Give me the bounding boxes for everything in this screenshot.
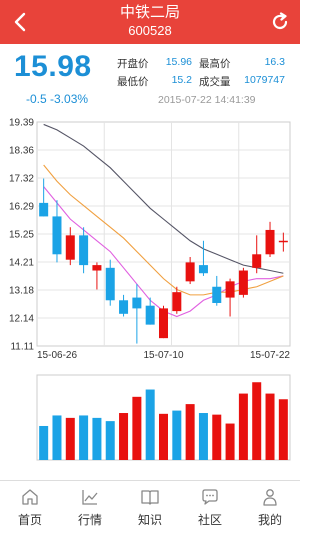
x-tick-label: 15-06-26 [37, 350, 77, 361]
tab-profile-label: 我的 [257, 513, 282, 527]
volume-bar [252, 382, 262, 460]
volume-stat: 成交量 1079747 [199, 74, 285, 89]
low-value: 15.2 [171, 74, 192, 86]
quote-timestamp: 2015-07-22 14:41:39 [158, 94, 256, 106]
volume-bar [238, 393, 248, 460]
quote-panel: 15.98 -0.5 -3.03% 开盘价 15.96 最高价 16.3 最低价… [0, 44, 300, 110]
low-label: 最低价 [117, 76, 149, 88]
refresh-button[interactable] [266, 6, 294, 38]
candle-body [145, 305, 155, 325]
candle-body [212, 286, 222, 303]
volume-bar [172, 410, 182, 460]
volume-bar [225, 423, 235, 460]
candle-body [132, 297, 142, 309]
candle-body [278, 240, 288, 243]
chat-bubble-icon [202, 489, 218, 505]
current-price: 15.98 [14, 50, 92, 83]
back-button[interactable] [6, 6, 34, 38]
y-tick-label: 14.21 [9, 258, 34, 269]
tab-market-label: 行情 [77, 513, 102, 527]
volume-bar [79, 415, 89, 460]
y-tick-label: 12.14 [9, 314, 34, 325]
candle-body [238, 270, 248, 295]
open-value: 15.96 [165, 56, 192, 68]
candle-body [185, 262, 195, 282]
volume-label: 成交量 [199, 76, 231, 88]
kline-chart[interactable]: 19.39 18.36 17.32 16.29 15.25 14.21 13.18 12.14… [0, 110, 300, 480]
stock-name: 中铁二局 [119, 4, 180, 21]
volume-value: 1079747 [244, 74, 285, 86]
kline-svg: 19.39 18.36 17.32 16.29 15.25 14.21 13.18 12.14… [9, 118, 291, 461]
x-tick-label: 15-07-10 [143, 350, 183, 361]
price-change: -0.5 -3.03% [26, 92, 89, 106]
y-tick-label: 15.25 [9, 230, 34, 241]
app-header: 中铁二局 600528 [0, 0, 300, 44]
volume-bar [65, 417, 75, 460]
stock-title: 中铁二局 600528 [60, 4, 240, 39]
high-stat: 最高价 16.3 [199, 56, 285, 71]
tab-profile[interactable]: 我的 [240, 481, 300, 534]
y-tick-label: 13.18 [9, 286, 34, 297]
candle-body [65, 235, 75, 260]
volume-bar [212, 414, 222, 460]
candle-body [159, 308, 168, 339]
refresh-icon [272, 12, 288, 30]
tab-home[interactable]: 首页 [0, 481, 60, 534]
volume-bar [145, 389, 155, 460]
open-stat: 开盘价 15.96 [117, 56, 192, 71]
y-tick-label: 17.32 [9, 174, 34, 185]
volume-bar [278, 399, 288, 460]
home-icon [22, 489, 38, 505]
stock-code: 600528 [128, 23, 172, 38]
person-icon [263, 489, 277, 506]
candle-body [198, 265, 208, 274]
y-tick-label: 19.39 [9, 118, 34, 129]
tab-market[interactable]: 行情 [60, 481, 120, 534]
volume-bar [119, 413, 129, 460]
bottom-tab-bar: 首页 行情 知识 社区 我的 [0, 480, 300, 534]
candle-body [79, 235, 89, 266]
tab-knowledge[interactable]: 知识 [120, 481, 180, 534]
volume-bar [265, 393, 275, 460]
volume-bar [39, 425, 49, 460]
volume-bar [198, 413, 208, 460]
candle-body [39, 202, 49, 217]
candle-body [119, 300, 129, 314]
candle-body [105, 267, 115, 301]
book-icon [141, 490, 159, 505]
volume-bar [132, 396, 142, 460]
tab-home-label: 首页 [17, 513, 42, 527]
chevron-left-icon [14, 12, 26, 32]
x-tick-label: 15-07-22 [250, 350, 290, 361]
volume-bar [159, 413, 168, 460]
candle-body [265, 229, 275, 255]
high-label: 最高价 [199, 58, 231, 70]
tab-community[interactable]: 社区 [180, 481, 240, 534]
y-tick-label: 11.11 [10, 342, 34, 353]
high-value: 16.3 [264, 56, 285, 68]
y-tick-label: 16.29 [9, 202, 34, 213]
candle-body [252, 254, 262, 268]
volume-bar [92, 417, 102, 460]
volume-bar [52, 415, 62, 460]
candle-body [225, 281, 235, 298]
candle-body [92, 265, 102, 271]
volume-bar [105, 421, 115, 460]
trend-chart-icon [82, 490, 98, 505]
open-label: 开盘价 [117, 58, 149, 70]
low-stat: 最低价 15.2 [117, 74, 192, 89]
candle-body [172, 292, 182, 312]
tab-community-label: 社区 [197, 513, 222, 527]
candle-body [52, 216, 62, 255]
tab-knowledge-label: 知识 [137, 513, 162, 527]
volume-bar [185, 404, 195, 460]
y-tick-label: 18.36 [9, 146, 34, 157]
